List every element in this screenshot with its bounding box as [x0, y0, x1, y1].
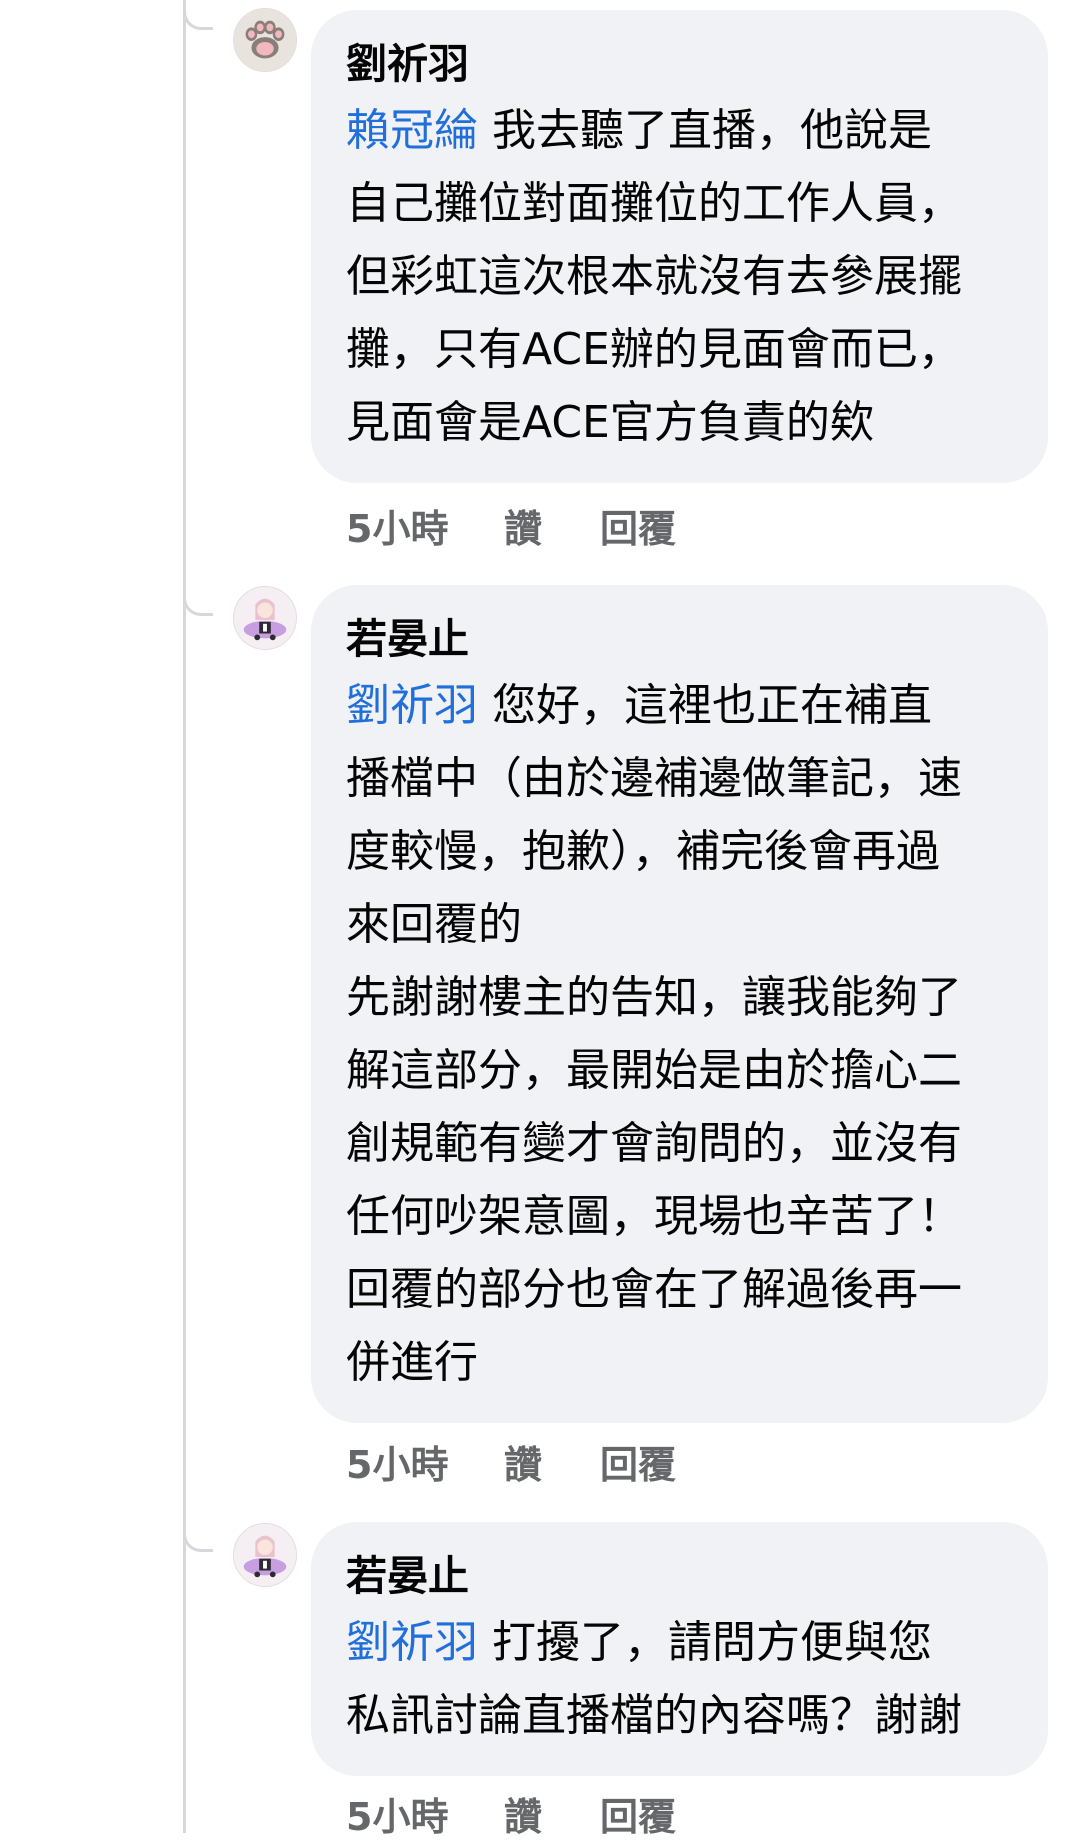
- like-button[interactable]: 讚: [504, 498, 600, 553]
- reply-button[interactable]: 回覆: [600, 1434, 676, 1489]
- comment-author[interactable]: 若晏止: [346, 1548, 1014, 1606]
- comment-actions: 5小時 讚 回覆: [346, 1786, 676, 1841]
- comment-text: 劉祈羽 打擾了，請問方便與您 私訊討論直播檔的內容嗎？謝謝: [346, 1617, 962, 1741]
- comment-actions: 5小時 讚 回覆: [346, 498, 676, 553]
- like-button[interactable]: 讚: [504, 1434, 600, 1489]
- comment-author[interactable]: 若晏止: [346, 611, 1014, 669]
- like-button[interactable]: 讚: [504, 1786, 600, 1841]
- comment-timestamp[interactable]: 5小時: [346, 1786, 504, 1841]
- thread-connector: [183, 8, 213, 30]
- thread-connector: [183, 1530, 213, 1552]
- mention-link[interactable]: 賴冠綸: [346, 105, 478, 156]
- comment-text: 賴冠綸 我去聽了直播，他說是 自己攤位對面攤位的工作人員， 但彩虹這次根本就沒有…: [346, 105, 962, 448]
- anime-girl-avatar-icon: [234, 1524, 296, 1586]
- comment-timestamp[interactable]: 5小時: [346, 498, 504, 553]
- comment-actions: 5小時 讚 回覆: [346, 1434, 676, 1489]
- mention-link[interactable]: 劉祈羽: [346, 680, 478, 731]
- reply-button[interactable]: 回覆: [600, 1786, 676, 1841]
- paw-avatar-icon: [234, 9, 296, 71]
- reply-button[interactable]: 回覆: [600, 498, 676, 553]
- comment-timestamp[interactable]: 5小時: [346, 1434, 504, 1489]
- thread-connector: [183, 594, 213, 616]
- avatar[interactable]: [233, 8, 297, 72]
- comment-bubble: 若晏止 劉祈羽 打擾了，請問方便與您 私訊討論直播檔的內容嗎？謝謝: [311, 1522, 1048, 1776]
- anime-girl-avatar-icon: [234, 587, 296, 649]
- comment-bubble: 若晏止 劉祈羽 您好，這裡也正在補直 播檔中（由於邊補邊做筆記，速 度較慢，抱歉…: [311, 585, 1048, 1423]
- comment-author[interactable]: 劉祈羽: [346, 36, 1014, 94]
- avatar[interactable]: [233, 586, 297, 650]
- mention-link[interactable]: 劉祈羽: [346, 1617, 478, 1668]
- avatar[interactable]: [233, 1523, 297, 1587]
- comment-text: 劉祈羽 您好，這裡也正在補直 播檔中（由於邊補邊做筆記，速 度較慢，抱歉），補完…: [346, 680, 962, 1388]
- comment-bubble: 劉祈羽 賴冠綸 我去聽了直播，他說是 自己攤位對面攤位的工作人員， 但彩虹這次根…: [311, 10, 1048, 483]
- thread-line: [183, 0, 186, 1833]
